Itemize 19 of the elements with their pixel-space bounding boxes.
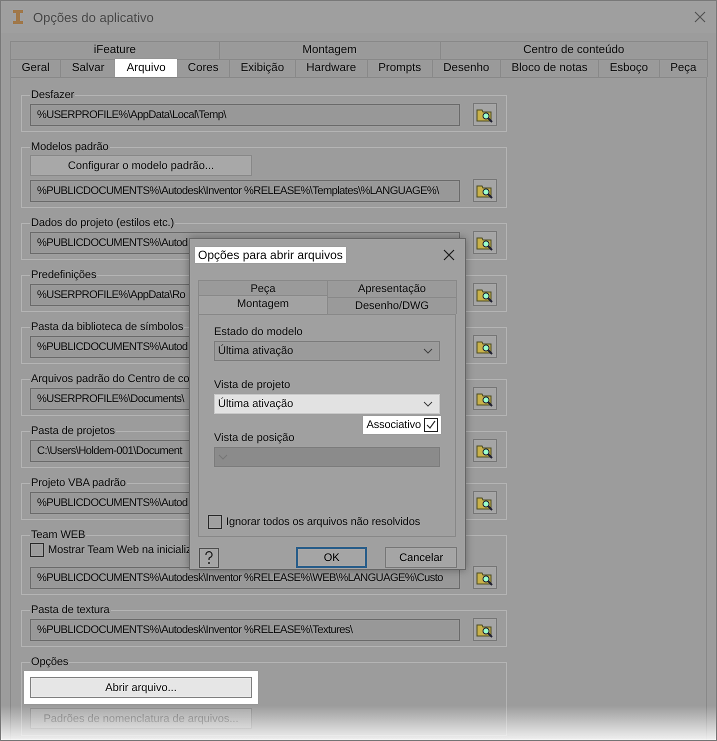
field-label: Vista de posição bbox=[214, 431, 296, 445]
group-label: Modelos padrão bbox=[30, 141, 110, 154]
group-label: Projeto VBA padrão bbox=[30, 477, 127, 490]
checkbox-label: Mostrar Team Web na inicializ bbox=[48, 544, 192, 556]
group-label: Dados do projeto (estilos etc.) bbox=[30, 217, 176, 230]
group-label: Arquivos padrão do Centro de co bbox=[30, 373, 190, 386]
group-label: Predefinições bbox=[30, 269, 98, 282]
field-label: Vista de projeto bbox=[214, 378, 292, 392]
checkbox-label: Associativo bbox=[366, 419, 421, 431]
group-label: Pasta de projetos bbox=[30, 425, 116, 438]
window-title: Opções do aplicativo bbox=[33, 10, 155, 24]
checkbox-label: Ignorar todos os arquivos não resolvidos bbox=[226, 516, 420, 528]
group-label: Pasta de textura bbox=[30, 604, 111, 617]
group-label: Pasta da biblioteca de símbolos bbox=[30, 321, 184, 334]
group-label: Team WEB bbox=[30, 529, 86, 542]
field-label: Estado do modelo bbox=[214, 325, 304, 339]
dialog-title: Opções para abrir arquivos bbox=[195, 247, 346, 263]
group-label: Desfazer bbox=[30, 89, 76, 102]
group-label: Opções bbox=[30, 656, 70, 669]
